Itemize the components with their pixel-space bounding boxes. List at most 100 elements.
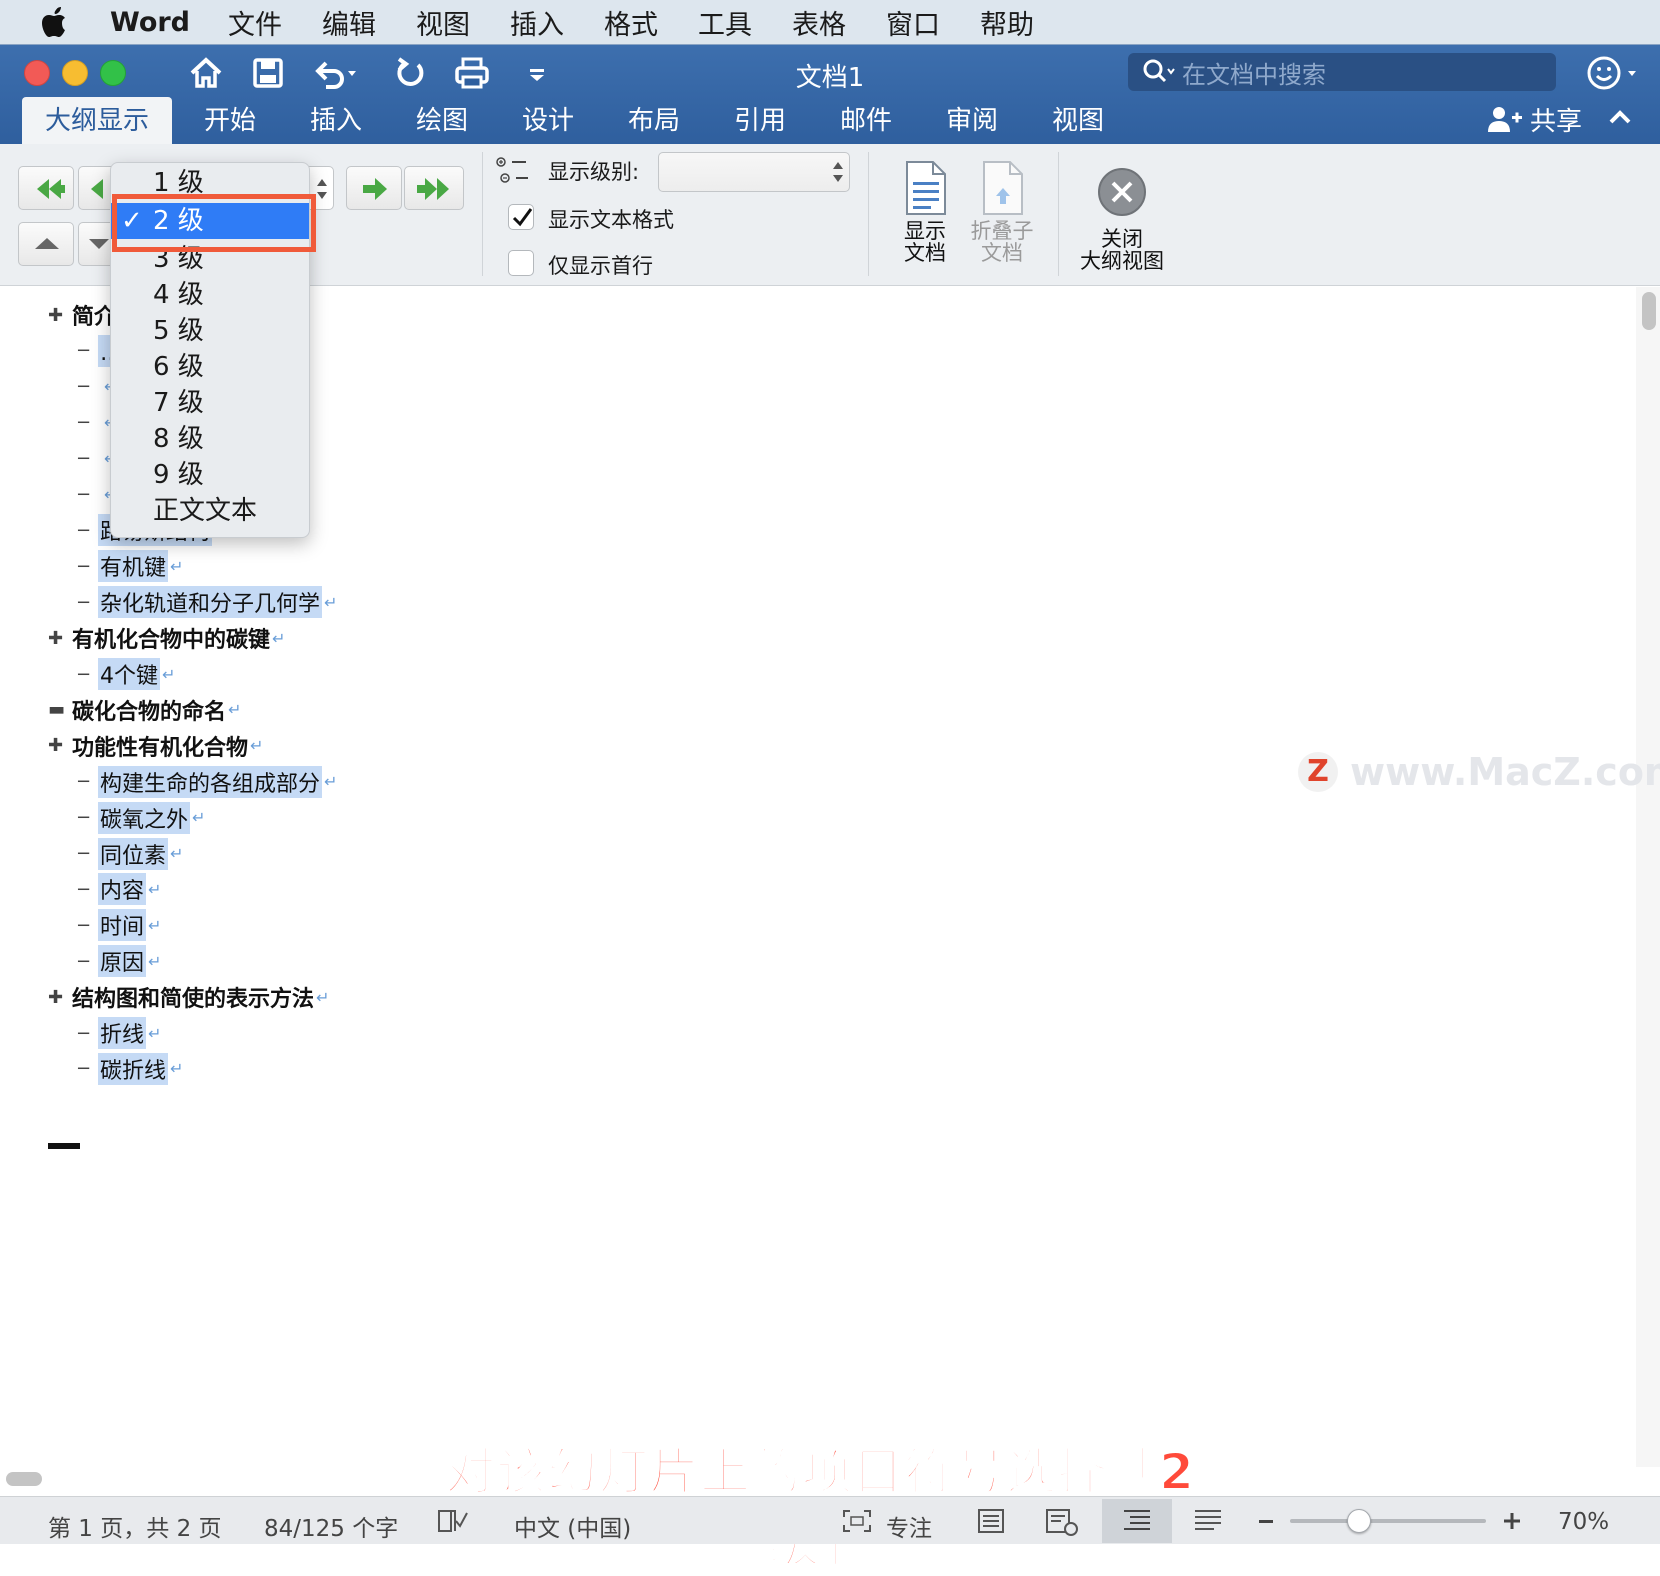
feedback-smiley-icon[interactable] [1586, 53, 1644, 93]
subtext-minus-icon[interactable]: − [76, 951, 91, 972]
word-count[interactable]: 84/125 个字 [264, 1509, 398, 1543]
menu-table[interactable]: 表格 [792, 3, 846, 42]
print-icon[interactable] [452, 53, 492, 93]
tab-draw[interactable]: 绘图 [402, 97, 482, 145]
show-document-button[interactable]: 显示 文档 [890, 160, 960, 264]
show-level-select[interactable] [658, 152, 850, 192]
focus-mode-icon[interactable] [842, 1509, 872, 1533]
tab-layout[interactable]: 布局 [614, 97, 694, 145]
zoom-level[interactable]: 70% [1558, 1509, 1609, 1535]
level-option-9[interactable]: 9 级 [111, 457, 309, 493]
demote-to-body-text-button[interactable] [404, 166, 464, 210]
page-count[interactable]: 第 1 页，共 2 页 [48, 1509, 222, 1543]
subtext-minus-icon[interactable]: − [76, 879, 91, 900]
subtext-minus-icon[interactable]: − [76, 1058, 91, 1079]
paragraph-mark-icon: ↵ [228, 700, 242, 720]
vertical-scroll-thumb[interactable] [1642, 292, 1656, 330]
undo-icon[interactable] [310, 53, 360, 93]
close-window-button[interactable] [24, 60, 50, 86]
tab-mailings[interactable]: 邮件 [826, 97, 906, 145]
collapse-ribbon-chevron-icon[interactable] [1606, 103, 1634, 131]
menu-app-word[interactable]: Word [110, 7, 190, 38]
minimize-window-button[interactable] [62, 60, 88, 86]
show-text-format-checkbox[interactable] [508, 204, 534, 230]
draft-view-icon[interactable] [1192, 1507, 1224, 1535]
tab-insert[interactable]: 插入 [296, 97, 376, 145]
tab-outline[interactable]: 大纲显示 [22, 97, 172, 145]
share-button[interactable]: 共享 [1486, 99, 1582, 139]
menu-file[interactable]: 文件 [228, 3, 282, 42]
promote-to-heading1-button[interactable] [18, 166, 74, 210]
customize-toolbar-icon[interactable] [522, 53, 552, 93]
outline-text: 时间 [98, 909, 147, 942]
outline-view-button[interactable] [1102, 1499, 1172, 1543]
expand-plus-icon[interactable]: ✚ [48, 987, 63, 1008]
right-arrow-icon [363, 178, 387, 200]
print-layout-icon[interactable] [976, 1507, 1006, 1535]
search-field[interactable]: 在文档中搜索 [1128, 53, 1556, 91]
subtext-minus-icon[interactable]: − [76, 1023, 91, 1044]
save-icon[interactable] [248, 53, 288, 93]
tab-references[interactable]: 引用 [720, 97, 800, 145]
show-first-line-only-checkbox[interactable] [508, 250, 534, 276]
paragraph-mark-icon: ↵ [324, 772, 338, 792]
subtext-minus-icon[interactable]: − [76, 484, 91, 505]
subtext-minus-icon[interactable]: − [76, 520, 91, 541]
level-option-body-text[interactable]: 正文文本 [111, 493, 309, 529]
paragraph-mark-icon: ↵ [316, 987, 330, 1007]
zoom-window-button[interactable] [100, 60, 126, 86]
subtext-minus-icon[interactable]: − [76, 448, 91, 469]
language[interactable]: 中文 (中国) [514, 1509, 631, 1543]
web-layout-icon[interactable] [1044, 1507, 1080, 1537]
tab-design[interactable]: 设计 [508, 97, 588, 145]
redo-icon[interactable] [390, 53, 430, 93]
menu-edit[interactable]: 编辑 [322, 3, 376, 42]
zoom-slider-knob[interactable] [1346, 1509, 1371, 1533]
level-option-4[interactable]: 4 级 [111, 277, 309, 313]
focus-label[interactable]: 专注 [886, 1509, 932, 1543]
vertical-scrollbar[interactable] [1636, 287, 1660, 1467]
level-option-8[interactable]: 8 级 [111, 421, 309, 457]
subtext-minus-icon[interactable]: − [76, 412, 91, 433]
close-outline-view-button[interactable]: 关闭 大纲视图 [1072, 166, 1172, 272]
subtext-minus-icon[interactable]: − [76, 843, 91, 864]
zoom-slider-track[interactable] [1290, 1519, 1486, 1523]
menu-view[interactable]: 视图 [416, 3, 470, 42]
zoom-out-icon[interactable] [1256, 1509, 1276, 1533]
paragraph-mark-icon: ↵ [272, 628, 286, 648]
menu-tools[interactable]: 工具 [698, 3, 752, 42]
zoom-in-icon[interactable] [1500, 1509, 1524, 1533]
menu-help[interactable]: 帮助 [980, 3, 1034, 42]
horizontal-scroll-thumb[interactable] [6, 1472, 42, 1486]
expand-plus-icon[interactable]: ✚ [48, 628, 63, 649]
level-option-6[interactable]: 6 级 [111, 349, 309, 385]
subtext-minus-icon[interactable]: − [76, 556, 91, 577]
outline-text: 内容 [98, 873, 147, 906]
tab-view[interactable]: 视图 [1038, 97, 1118, 145]
level-option-5[interactable]: 5 级 [111, 313, 309, 349]
menu-format[interactable]: 格式 [604, 3, 658, 42]
collapse-subdocuments-button[interactable]: 折叠子 文档 [966, 160, 1038, 264]
home-icon[interactable] [186, 53, 226, 93]
subtext-minus-icon[interactable]: − [76, 592, 91, 613]
subtext-minus-icon[interactable]: − [76, 807, 91, 828]
expand-plus-icon[interactable]: ✚ [48, 735, 63, 756]
subtext-minus-icon[interactable]: − [76, 915, 91, 936]
tab-review[interactable]: 审阅 [932, 97, 1012, 145]
menu-insert[interactable]: 插入 [510, 3, 564, 42]
menu-window[interactable]: 窗口 [886, 3, 940, 42]
tab-home[interactable]: 开始 [190, 97, 270, 145]
paragraph-mark-icon: ↵ [148, 915, 162, 935]
subtext-minus-icon[interactable]: − [76, 664, 91, 685]
end-of-document-marker [48, 1143, 80, 1149]
level-option-7[interactable]: 7 级 [111, 385, 309, 421]
subtext-minus-icon[interactable]: − [76, 771, 91, 792]
demote-button[interactable] [346, 166, 402, 210]
move-up-button[interactable] [18, 222, 74, 266]
subtext-minus-icon[interactable]: − [76, 340, 91, 361]
subtext-minus-icon[interactable]: − [76, 376, 91, 397]
expand-plus-icon[interactable]: ✚ [48, 305, 63, 326]
proofing-book-icon[interactable] [436, 1507, 470, 1535]
apple-logo-icon[interactable] [40, 5, 70, 39]
no-subtext-minus-icon[interactable]: ▬ [48, 699, 65, 720]
